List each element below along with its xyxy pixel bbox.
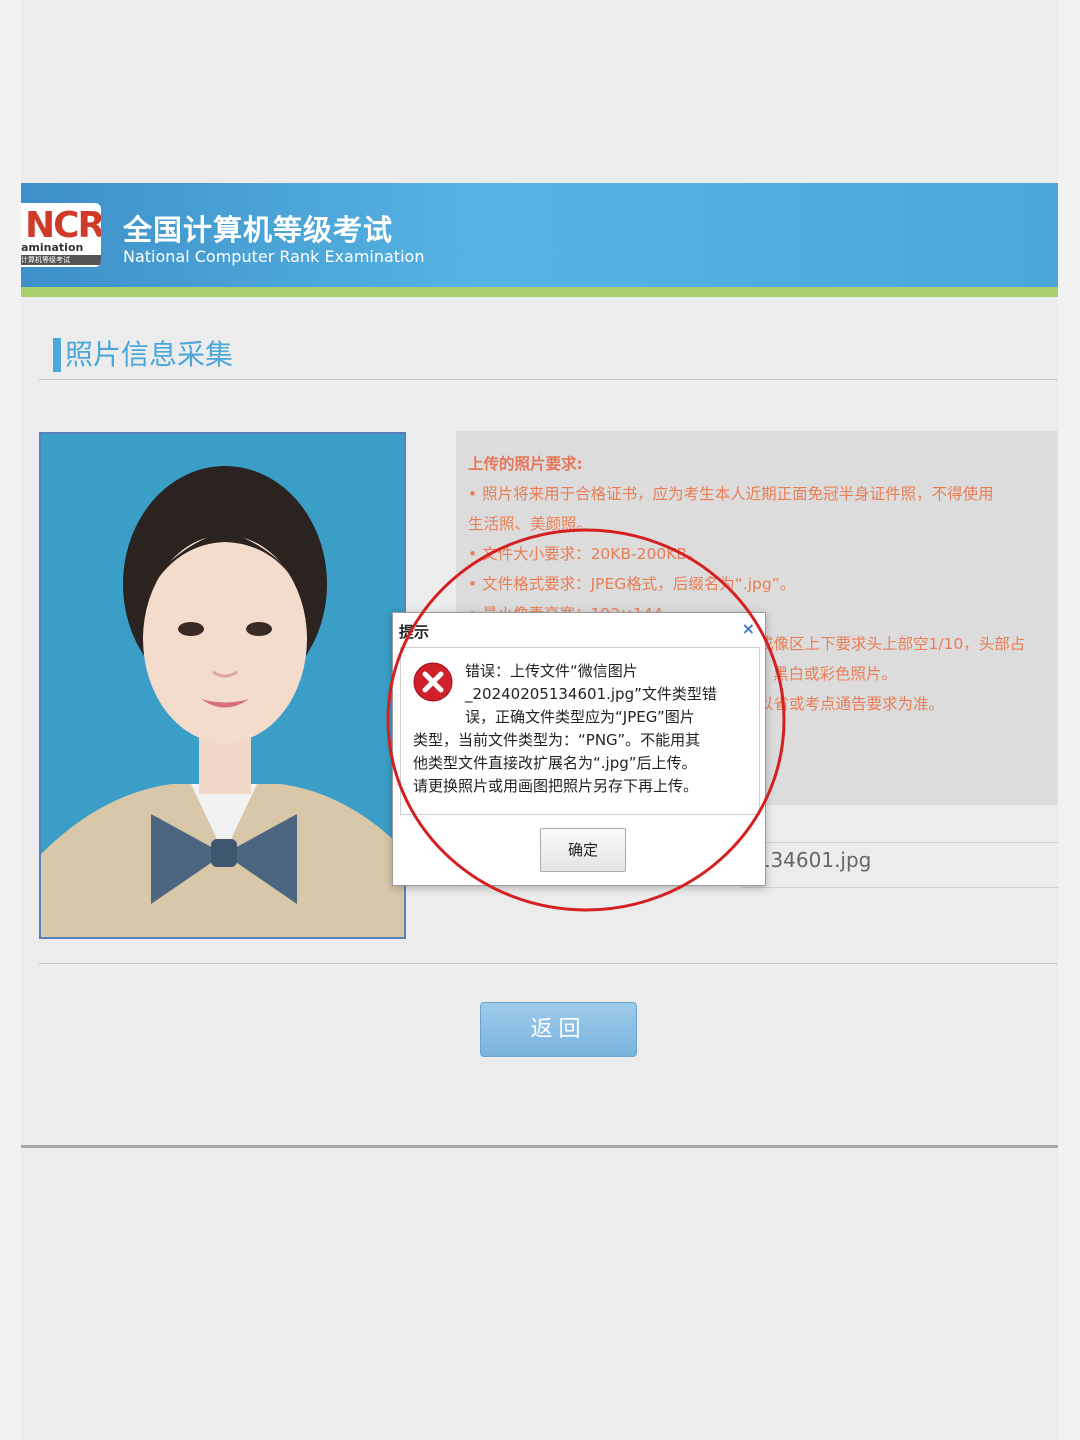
error-dialog: 提示 × 错误：上传文件“微信图片 _20240205134601.jpg”文件… [392, 612, 766, 886]
requirements-title: 上传的照片要求: [468, 455, 583, 473]
message-line: 他类型文件直接改扩展名为“.jpg”后上传。 [413, 754, 697, 772]
section-divider [39, 379, 1058, 380]
portrait-image [41, 434, 404, 937]
message-line: 误，正确文件类型应为“JPEG”图片 [465, 708, 695, 726]
return-button[interactable]: 返回 [480, 1002, 637, 1057]
message-line: 类型，当前文件类型为：“PNG”。不能用其 [413, 731, 701, 749]
requirement-line: • 文件格式要求：JPEG格式，后缀名为“.jpg”。 [468, 575, 796, 593]
requirement-line: 生活照、美颜照。 [468, 515, 593, 533]
logo-word: amination [21, 241, 84, 254]
message-line: _20240205134601.jpg”文件类型错 [465, 685, 717, 703]
site-header: NCR amination 计算机等级考试 全国计算机等级考试 National… [21, 183, 1058, 287]
page-title: 照片信息采集 [53, 338, 233, 372]
header-accent-strip [21, 287, 1058, 297]
logo-subtext: 计算机等级考试 [21, 255, 101, 265]
dialog-close-icon[interactable]: × [742, 619, 755, 638]
page: NCR amination 计算机等级考试 全国计算机等级考试 National… [21, 0, 1058, 1440]
footer-divider [21, 1145, 1058, 1148]
ncre-logo: NCR amination 计算机等级考试 [21, 203, 101, 267]
file-row-divider [741, 887, 1058, 888]
content-divider [39, 963, 1058, 964]
requirement-line: • 文件大小要求：20KB-200KB。 [468, 545, 703, 563]
requirement-line: • 照片将来用于合格证书，应为考生本人近期正面免冠半身证件照，不得使用 [468, 485, 994, 503]
dialog-message-box: 错误：上传文件“微信图片 _20240205134601.jpg”文件类型错 误… [400, 647, 760, 815]
dialog-message: 错误：上传文件“微信图片 _20240205134601.jpg”文件类型错 误… [413, 660, 751, 798]
ok-button[interactable]: 确定 [540, 828, 626, 872]
site-title: 全国计算机等级考试 [123, 213, 394, 247]
file-row-divider [741, 842, 1058, 843]
message-line: 请更换照片或用画图把照片另存下再上传。 [413, 777, 699, 795]
logo-mark: NCR [25, 205, 101, 246]
site-subtitle: National Computer Rank Examination [123, 247, 425, 266]
message-line: 错误：上传文件“微信图片 [465, 662, 638, 680]
uploaded-photo-preview [39, 432, 406, 939]
dialog-title: 提示 [399, 623, 430, 641]
